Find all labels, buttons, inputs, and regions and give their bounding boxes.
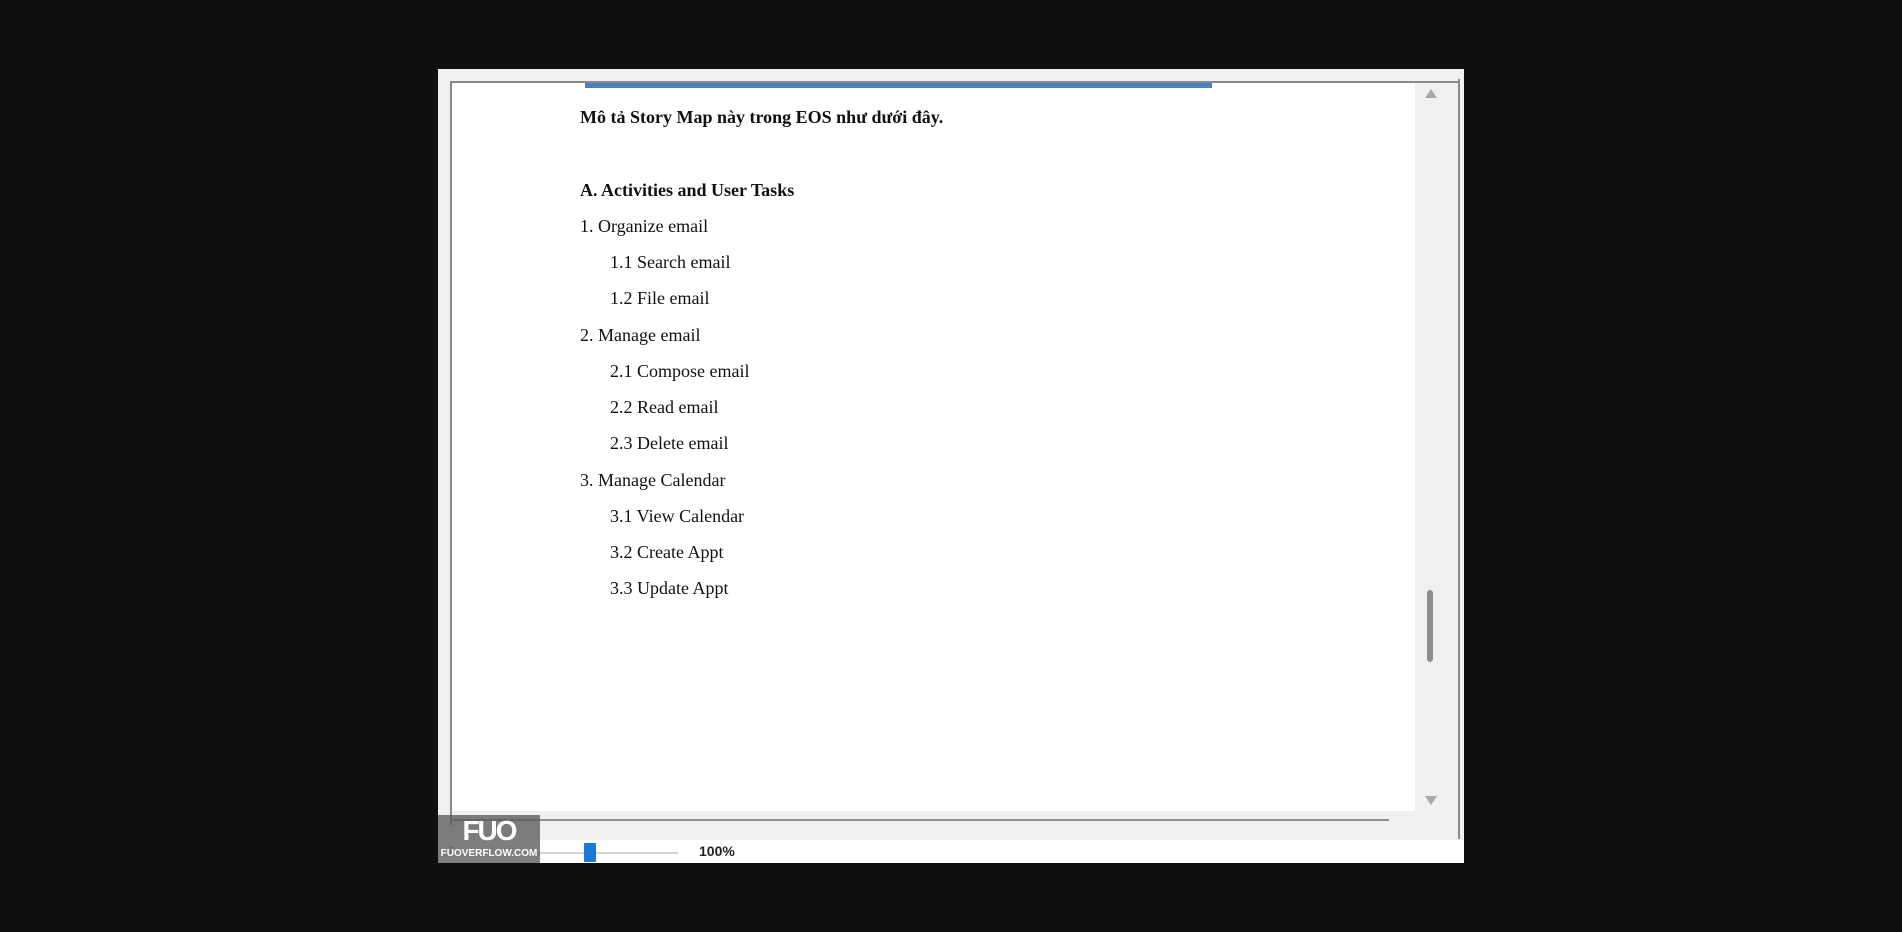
zoom-slider-thumb[interactable] — [584, 843, 596, 862]
document-viewer-window: Mô tả Story Map này trong EOS như dưới đ… — [438, 69, 1464, 863]
list-item: 3.2 Create Appt — [610, 542, 724, 562]
window-right-edge — [1458, 79, 1460, 839]
list-item: 2.2 Read email — [610, 397, 719, 417]
horizontal-scroll-track[interactable] — [452, 819, 1389, 821]
list-item: 2.3 Delete email — [610, 433, 729, 453]
zoom-level-label: 100% — [699, 843, 735, 859]
list-item: 2.1 Compose email — [610, 361, 750, 381]
list-item: 2. Manage email — [580, 325, 701, 345]
watermark-logo-text: FUO — [462, 815, 517, 846]
status-bar: 7 100% — [438, 840, 1464, 863]
vertical-scroll-thumb[interactable] — [1427, 590, 1433, 662]
list-item: 3.1 View Calendar — [610, 506, 745, 526]
watermark-site-text: FUOVERFLOW.COM — [440, 848, 538, 859]
horizontal-scrollbar[interactable] — [452, 811, 1415, 825]
list-item: 3.3 Update Appt — [610, 578, 729, 598]
vertical-scrollbar[interactable] — [1418, 83, 1446, 811]
document-page[interactable]: Mô tả Story Map này trong EOS như dưới đ… — [452, 83, 1415, 811]
scroll-down-arrow-icon[interactable] — [1425, 796, 1437, 805]
zoom-slider-track[interactable] — [538, 852, 678, 854]
header-accent-rule — [585, 83, 1212, 88]
section-title: A. Activities and User Tasks — [580, 180, 795, 200]
site-watermark-logo: FUO FUOVERFLOW.COM — [438, 815, 540, 863]
list-item: 3. Manage Calendar — [580, 470, 726, 490]
list-item: 1. Organize email — [580, 216, 709, 236]
list-item: 1.1 Search email — [610, 252, 731, 272]
scroll-up-arrow-icon[interactable] — [1425, 89, 1437, 98]
list-item: 1.2 File email — [610, 288, 710, 308]
document-intro: Mô tả Story Map này trong EOS như dưới đ… — [580, 107, 944, 127]
